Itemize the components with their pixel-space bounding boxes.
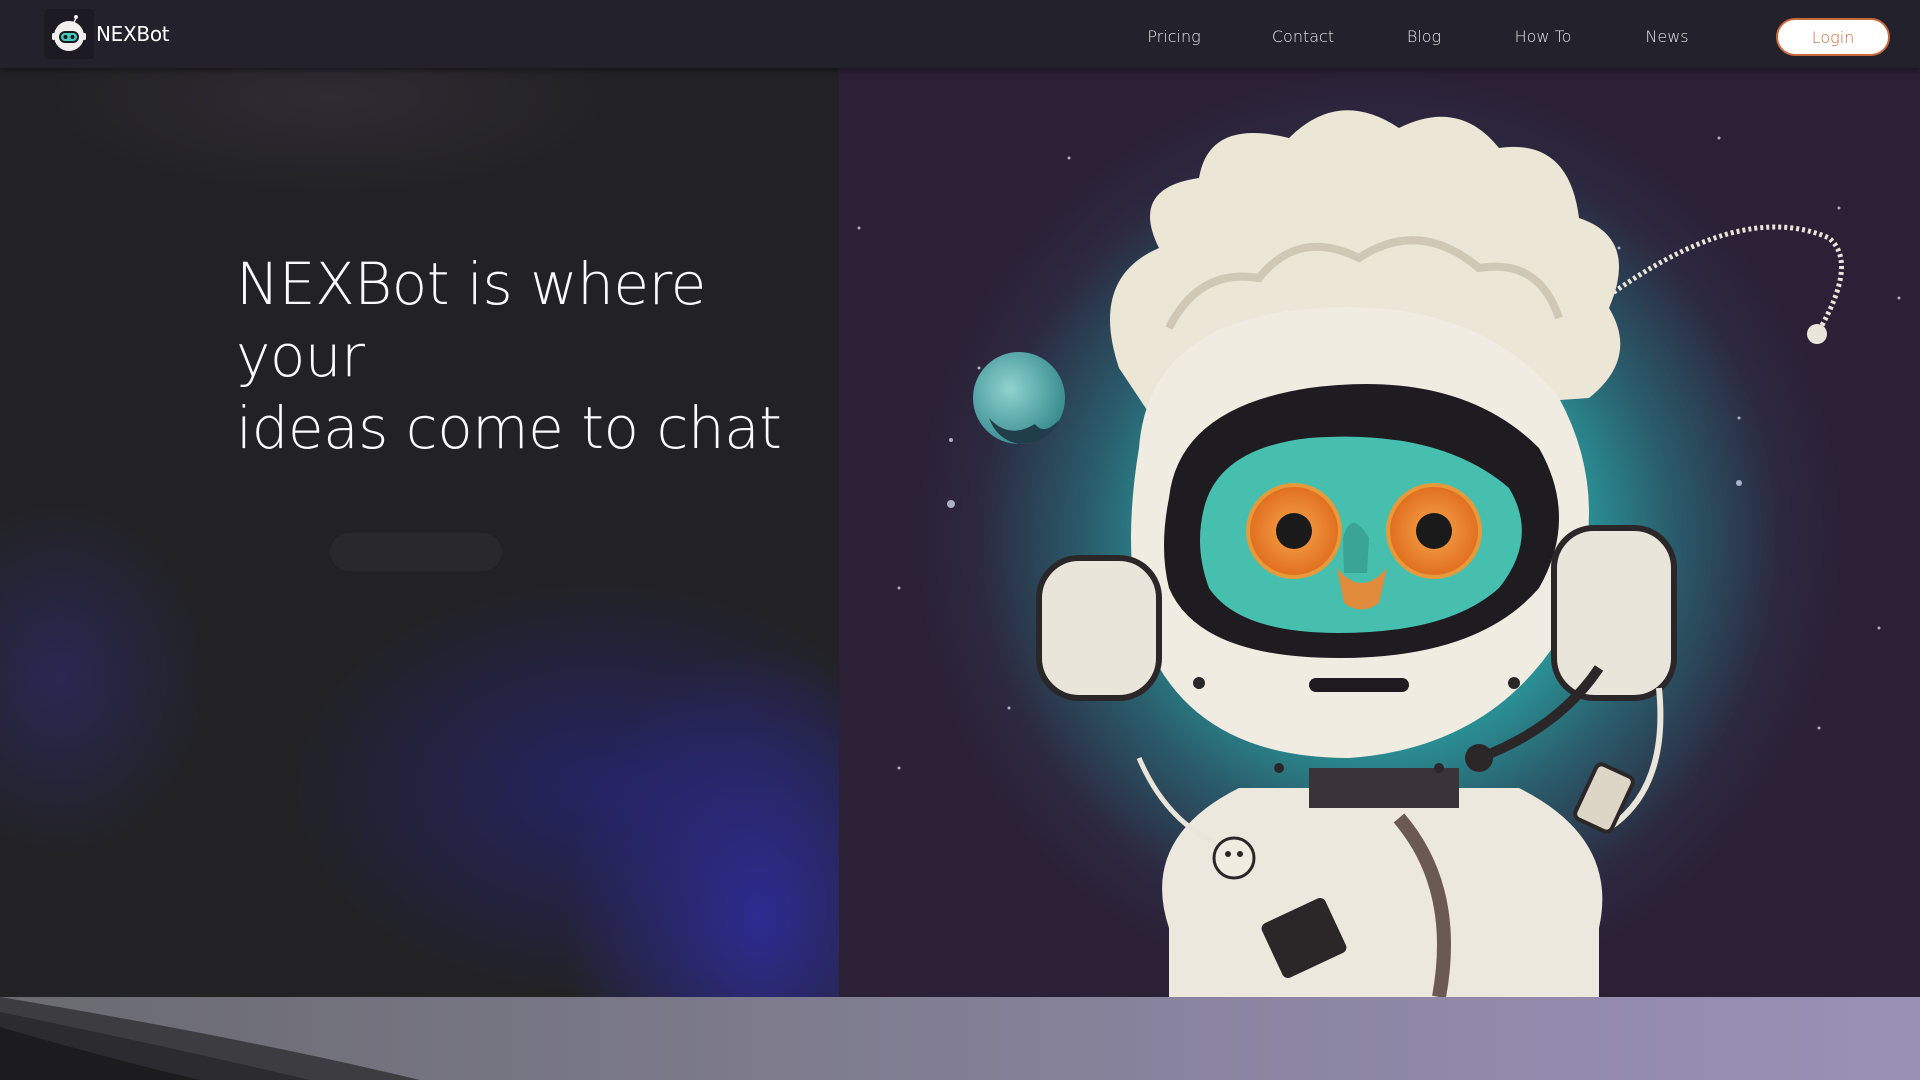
nav-link-how-to[interactable]: How To (1515, 27, 1572, 46)
login-button[interactable]: Login (1776, 18, 1890, 56)
planet (973, 352, 1065, 444)
hero-text-panel: NEXBot is where your ideas come to chat (0, 68, 839, 997)
nav-link-contact[interactable]: Contact (1272, 27, 1334, 46)
hero-title-line-1: NEXBot is where your (236, 250, 706, 390)
suit (1162, 768, 1603, 997)
nav-link-pricing[interactable]: Pricing (1147, 27, 1200, 46)
landing-page: NEXBot Pricing Contact Blog How To News … (0, 0, 1920, 1080)
hero-title-line-2: ideas come to chat (236, 394, 782, 462)
nav-link-news[interactable]: News (1645, 27, 1688, 46)
top-nav-bar: NEXBot Pricing Contact Blog How To News … (0, 0, 1920, 68)
nav-link-blog[interactable]: Blog (1407, 27, 1441, 46)
hero-faded-button (330, 533, 502, 571)
hero-illustration-panel (839, 68, 1920, 997)
hero-title: NEXBot is where your ideas come to chat (236, 248, 836, 464)
main-nav: Pricing Contact Blog How To News (0, 0, 1920, 68)
next-section-preview (0, 997, 1920, 1080)
astronaut-alien-illustration (839, 68, 1920, 997)
